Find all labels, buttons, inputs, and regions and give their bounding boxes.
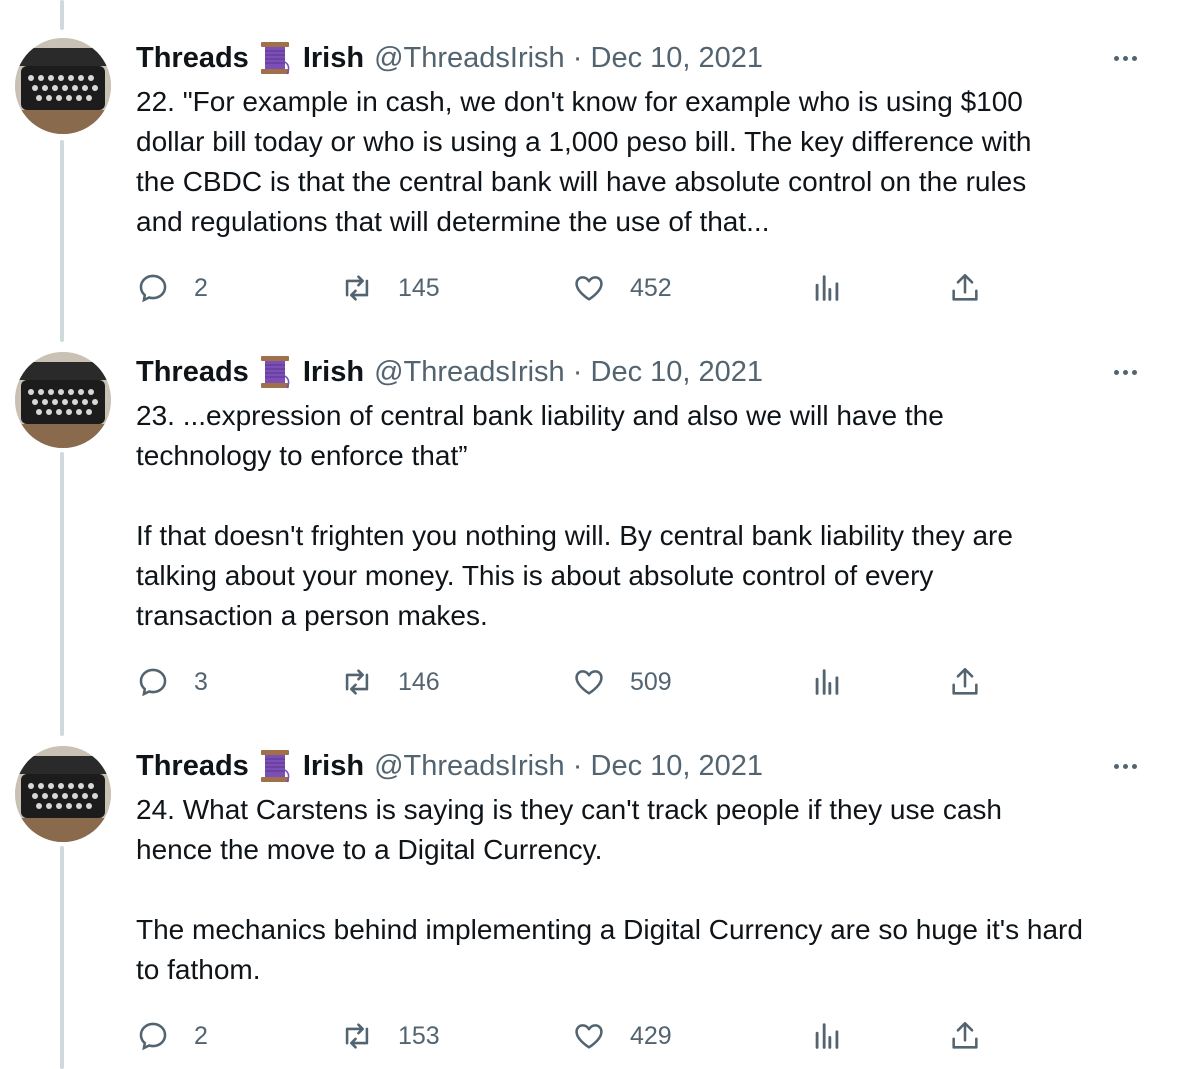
user-handle[interactable]: @ThreadsIrish	[374, 356, 565, 388]
more-icon[interactable]	[1107, 48, 1143, 68]
share-button[interactable]	[948, 268, 982, 308]
thread-line-3	[60, 846, 64, 1069]
like-count: 509	[630, 667, 672, 696]
thread-spool-emoji-icon	[257, 40, 293, 76]
tweet-actions: 2 145 452	[136, 268, 996, 308]
reply-count: 3	[194, 667, 208, 696]
tweet-header: Threads Irish @ThreadsIrish · Dec 10, 20…	[136, 748, 763, 784]
retweet-count: 145	[398, 273, 440, 302]
analytics-icon	[815, 275, 839, 301]
reply-button[interactable]: 2	[136, 1016, 208, 1056]
typewriter-avatar-image	[15, 352, 111, 448]
avatar[interactable]	[15, 38, 111, 134]
like-button[interactable]: 452	[572, 268, 672, 308]
share-icon	[952, 273, 978, 301]
separator-dot: ·	[572, 42, 583, 74]
display-name-first[interactable]: Threads	[136, 354, 249, 390]
retweet-button[interactable]: 153	[340, 1016, 440, 1056]
display-name-last[interactable]: Irish	[303, 748, 364, 784]
reply-icon	[139, 274, 167, 303]
reply-icon	[139, 668, 167, 697]
user-handle[interactable]: @ThreadsIrish	[374, 750, 565, 782]
share-button[interactable]	[948, 1016, 982, 1056]
thread-line-1	[60, 140, 64, 342]
like-button[interactable]: 429	[572, 1016, 672, 1056]
reply-count: 2	[194, 273, 208, 302]
more-icon[interactable]	[1107, 756, 1143, 776]
separator-dot: ·	[572, 356, 583, 388]
tweet-date[interactable]: Dec 10, 2021	[591, 42, 764, 74]
reply-button[interactable]: 2	[136, 268, 208, 308]
display-name-last[interactable]: Irish	[303, 354, 364, 390]
tweet-actions: 2 153 429	[136, 1016, 996, 1056]
avatar[interactable]	[15, 352, 111, 448]
retweet-button[interactable]: 146	[340, 662, 440, 702]
heart-icon	[575, 670, 603, 695]
share-button[interactable]	[948, 662, 982, 702]
reply-button[interactable]: 3	[136, 662, 208, 702]
tweet-text: 22. "For example in cash, we don't know …	[136, 86, 1032, 237]
thread-line-top	[60, 0, 64, 30]
retweet-icon	[345, 669, 369, 695]
share-icon	[952, 1021, 978, 1049]
retweet-icon	[345, 275, 369, 301]
retweet-button[interactable]: 145	[340, 268, 440, 308]
analytics-button[interactable]	[810, 268, 844, 308]
tweet-date[interactable]: Dec 10, 2021	[591, 750, 764, 782]
more-icon[interactable]	[1107, 362, 1143, 382]
display-name-first[interactable]: Threads	[136, 748, 249, 784]
like-count: 452	[630, 273, 672, 302]
display-name-first[interactable]: Threads	[136, 40, 249, 76]
share-icon	[952, 667, 978, 695]
reply-icon	[139, 1022, 167, 1051]
analytics-icon	[815, 1023, 839, 1049]
heart-icon	[575, 1024, 603, 1049]
display-name-last[interactable]: Irish	[303, 40, 364, 76]
typewriter-avatar-image	[15, 746, 111, 842]
tweet-actions: 3 146 509	[136, 662, 996, 702]
analytics-button[interactable]	[810, 1016, 844, 1056]
typewriter-avatar-image	[15, 38, 111, 134]
user-handle[interactable]: @ThreadsIrish	[374, 42, 565, 74]
tweet-text: 23. ...expression of central bank liabil…	[136, 400, 1013, 631]
heart-icon	[575, 276, 603, 301]
tweet-text: 24. What Carstens is saying is they can'…	[136, 794, 1083, 985]
tweet-header: Threads Irish @ThreadsIrish · Dec 10, 20…	[136, 354, 763, 390]
retweet-count: 146	[398, 667, 440, 696]
separator-dot: ·	[572, 750, 583, 782]
thread-spool-emoji-icon	[257, 354, 293, 390]
retweet-icon	[345, 1023, 369, 1049]
tweet-date[interactable]: Dec 10, 2021	[591, 356, 764, 388]
thread-spool-emoji-icon	[257, 748, 293, 784]
reply-count: 2	[194, 1021, 208, 1050]
retweet-count: 153	[398, 1021, 440, 1050]
analytics-icon	[815, 669, 839, 695]
thread-line-2	[60, 452, 64, 736]
like-count: 429	[630, 1021, 672, 1050]
like-button[interactable]: 509	[572, 662, 672, 702]
analytics-button[interactable]	[810, 662, 844, 702]
avatar[interactable]	[15, 746, 111, 842]
tweet-header: Threads Irish @ThreadsIrish · Dec 10, 20…	[136, 40, 763, 76]
